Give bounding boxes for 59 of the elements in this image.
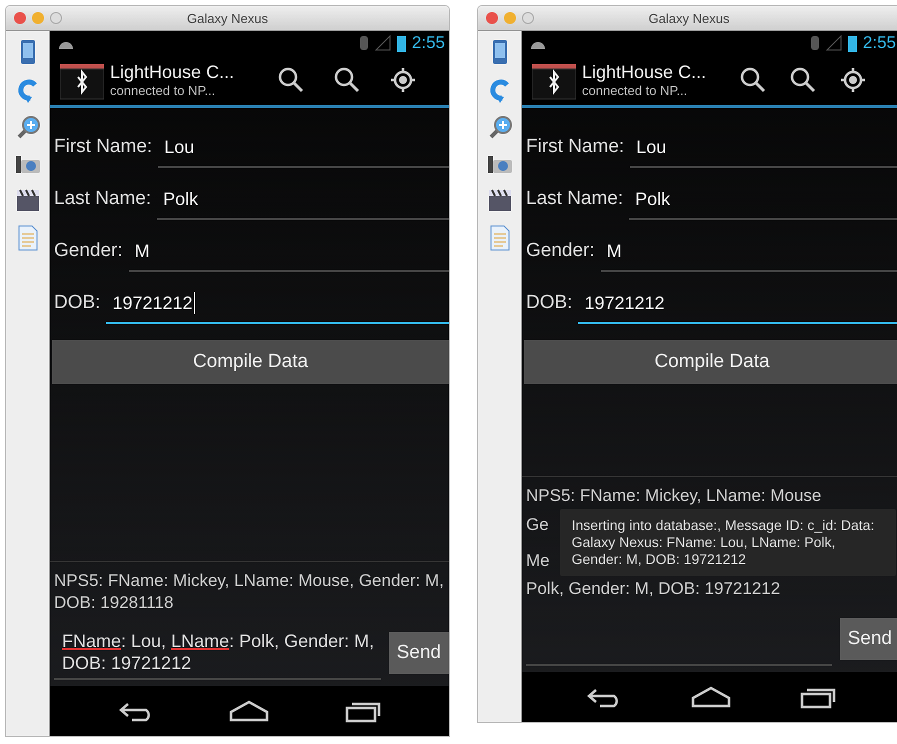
app-title: LightHouse C... (582, 62, 708, 83)
status-time: 2:55 (862, 33, 896, 53)
text-field[interactable]: Polk (157, 188, 449, 220)
field-label: Last Name: (54, 188, 152, 211)
search-icon[interactable] (334, 67, 360, 93)
phone-icon[interactable] (490, 39, 508, 65)
send-button[interactable]: Send (388, 632, 449, 674)
search-icon[interactable] (278, 67, 304, 93)
location-icon[interactable] (390, 67, 416, 93)
battery-icon (848, 34, 857, 52)
text-field[interactable]: 19721212 (578, 292, 897, 324)
signal-icon (374, 35, 391, 51)
text-field[interactable]: Lou (158, 136, 449, 168)
app-title: LightHouse C... (110, 62, 236, 83)
window-title: Galaxy Nexus (187, 10, 268, 26)
message-text: NPS5: FName: Mickey, LName: Mouse, Gender: M, DOB: 19281118 (54, 570, 445, 614)
app-subtitle: connected to NP... (110, 83, 216, 98)
signal-icon (826, 35, 842, 51)
battery-icon (396, 34, 406, 52)
close-button[interactable] (14, 12, 26, 24)
field-label: Gender: (526, 240, 595, 263)
text-field[interactable]: M (128, 240, 449, 272)
field-label: Gender: (54, 240, 123, 263)
document-icon[interactable] (488, 225, 510, 251)
app-subtitle: connected to NP... (582, 83, 688, 98)
status-time: 2:55 (412, 33, 445, 53)
phone-icon[interactable] (18, 39, 36, 65)
field-label: DOB: (526, 292, 572, 315)
toast-message: Inserting into database:, Message ID: c_id: Data: Galaxy Nexus: FName: Lou, LName: Polk, Gender: M, DOB: 19721212 (560, 509, 896, 576)
clapperboard-icon[interactable] (14, 187, 40, 213)
camera-icon[interactable] (486, 153, 512, 175)
search-icon[interactable] (790, 67, 816, 93)
message-text: Ge (526, 514, 550, 536)
camera-icon[interactable] (14, 153, 40, 175)
rotate-icon[interactable] (16, 77, 40, 103)
compile-data-button[interactable]: Compile Data (524, 340, 897, 384)
window-title: Galaxy Nexus (648, 10, 730, 26)
field-label: DOB: (54, 292, 100, 315)
field-label: First Name: (54, 136, 152, 159)
rotate-icon[interactable] (488, 77, 512, 103)
message-text: NPS5: FName: Mickey, LName: Mouse (526, 485, 822, 507)
field-label: Last Name: (526, 188, 624, 211)
home-icon[interactable] (229, 700, 270, 722)
location-icon[interactable] (840, 67, 866, 93)
text-field[interactable]: M (600, 240, 897, 272)
home-icon[interactable] (690, 686, 731, 708)
message-text: Polk, Gender: M, DOB: 19721212 (526, 578, 782, 600)
text-field[interactable]: 19721212 (106, 292, 449, 324)
document-icon[interactable] (16, 225, 38, 251)
field-label: First Name: (526, 136, 624, 159)
search-icon[interactable] (740, 67, 766, 93)
message-text: Me (526, 550, 550, 572)
compile-data-button[interactable]: Compile Data (52, 340, 449, 384)
message-input-field[interactable]: FName: Lou, LName: Polk, Gender: M, DOB: 19721212 (54, 630, 381, 680)
text-field[interactable]: Lou (630, 136, 897, 168)
send-button[interactable]: Send (840, 618, 897, 660)
text-field[interactable]: Polk (629, 188, 897, 220)
close-button[interactable] (486, 12, 498, 24)
clapperboard-icon[interactable] (486, 187, 512, 213)
